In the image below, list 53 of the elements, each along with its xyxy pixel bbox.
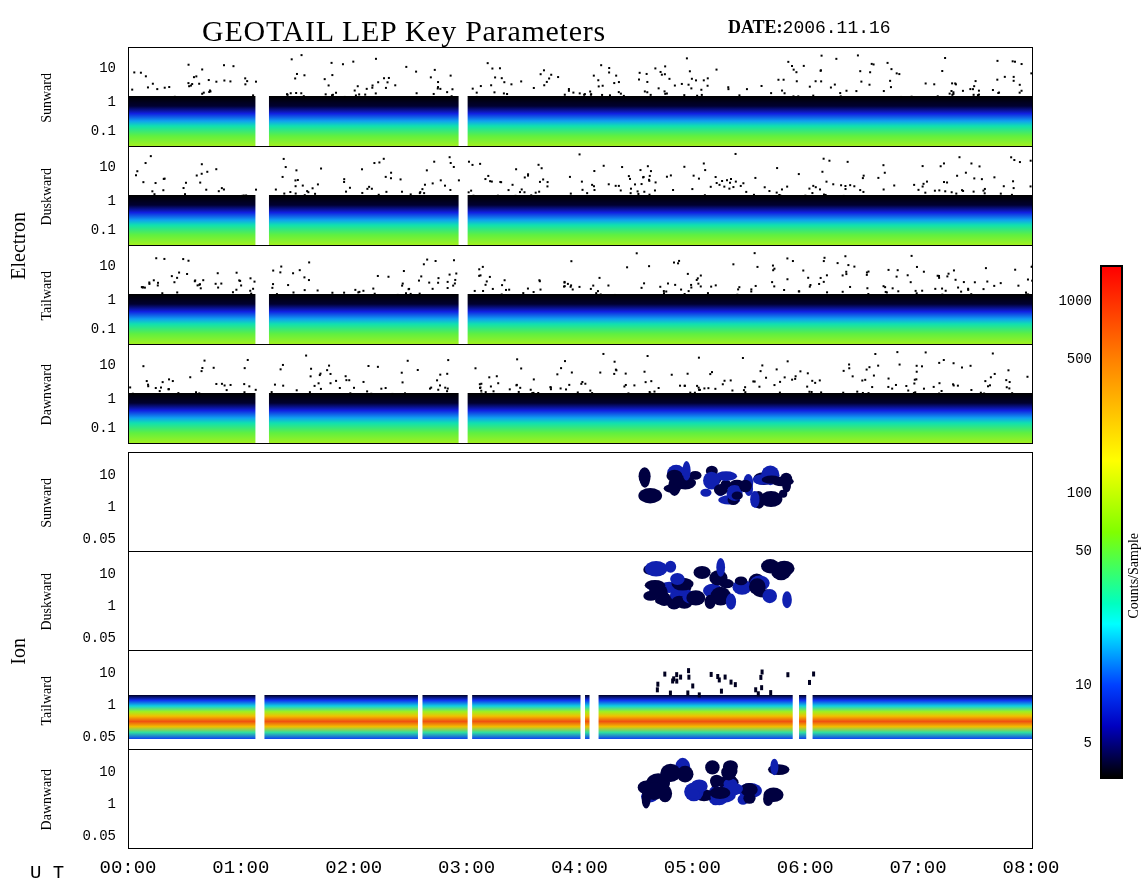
date-value: 2006.11.16 [782, 17, 891, 40]
y-tick-label: 1 [107, 292, 116, 307]
x-tick-label: 04:00 [551, 859, 608, 878]
y-tick-label: 1 [107, 499, 116, 514]
panel-label: Tailward [38, 675, 55, 726]
colorbar-tick-label: 50 [1075, 543, 1092, 558]
y-tick-label: 10 [99, 357, 116, 372]
y-tick-label: 10 [99, 159, 116, 174]
x-tick-label: 03:00 [438, 859, 496, 878]
y-tick-label: 1 [107, 697, 116, 712]
y-tick-label: 1 [107, 598, 116, 613]
y-tick-label: 0.1 [90, 223, 116, 238]
x-tick-label: 06:00 [776, 859, 834, 878]
group-label: Ion [5, 637, 30, 665]
colorbar-title: Counts/Sample [1124, 533, 1142, 620]
y-tick-label: 1 [107, 193, 116, 208]
panel-label: Duskward [38, 572, 55, 631]
panel-label: Tailward [38, 270, 55, 321]
date-label: DATE: [727, 16, 783, 39]
y-tick-label: 1 [107, 796, 116, 811]
y-tick-label: 0.05 [82, 631, 116, 646]
y-tick-label: 0.05 [82, 730, 116, 745]
chart-title: GEOTAIL LEP Key Parameters [202, 16, 606, 46]
y-tick-label: 0.05 [82, 532, 116, 547]
x-tick-label: 01:00 [212, 859, 270, 878]
y-tick-label: 10 [99, 566, 116, 581]
y-tick-label: 0.1 [90, 124, 116, 139]
panel-label: Dawnward [38, 768, 55, 831]
x-tick-label: 07:00 [889, 859, 947, 878]
x-tick-label: 05:00 [663, 859, 721, 878]
colorbar-tick-label: 10 [1075, 678, 1092, 692]
panel-label: Sunward [38, 72, 55, 123]
colorbar-tick-label: 5 [1083, 735, 1092, 750]
y-tick-label: 0.05 [82, 829, 116, 844]
y-tick-label: 1 [107, 391, 116, 406]
y-tick-label: 10 [99, 467, 116, 482]
colorbar-tick-label: 1000 [1058, 294, 1092, 308]
x-tick-label: 00:00 [99, 859, 157, 878]
panel-label: Dawnward [38, 363, 55, 426]
colorbar-tick-label: 500 [1066, 351, 1092, 366]
x-tick-label: 08:00 [1002, 859, 1060, 878]
y-tick-label: 1 [107, 94, 116, 109]
y-tick-label: 10 [99, 60, 116, 75]
colorbar-tick-label: 100 [1066, 486, 1092, 500]
x-tick-label: 02:00 [325, 859, 383, 878]
y-tick-label: 10 [99, 665, 116, 680]
y-tick-label: 0.1 [90, 421, 116, 436]
panel-label: Sunward [38, 477, 55, 528]
y-tick-label: 10 [99, 258, 116, 273]
group-label: Electron [5, 212, 30, 280]
panel-label: Duskward [38, 167, 55, 226]
y-tick-label: 0.1 [90, 322, 116, 337]
y-tick-label: 10 [99, 764, 116, 779]
